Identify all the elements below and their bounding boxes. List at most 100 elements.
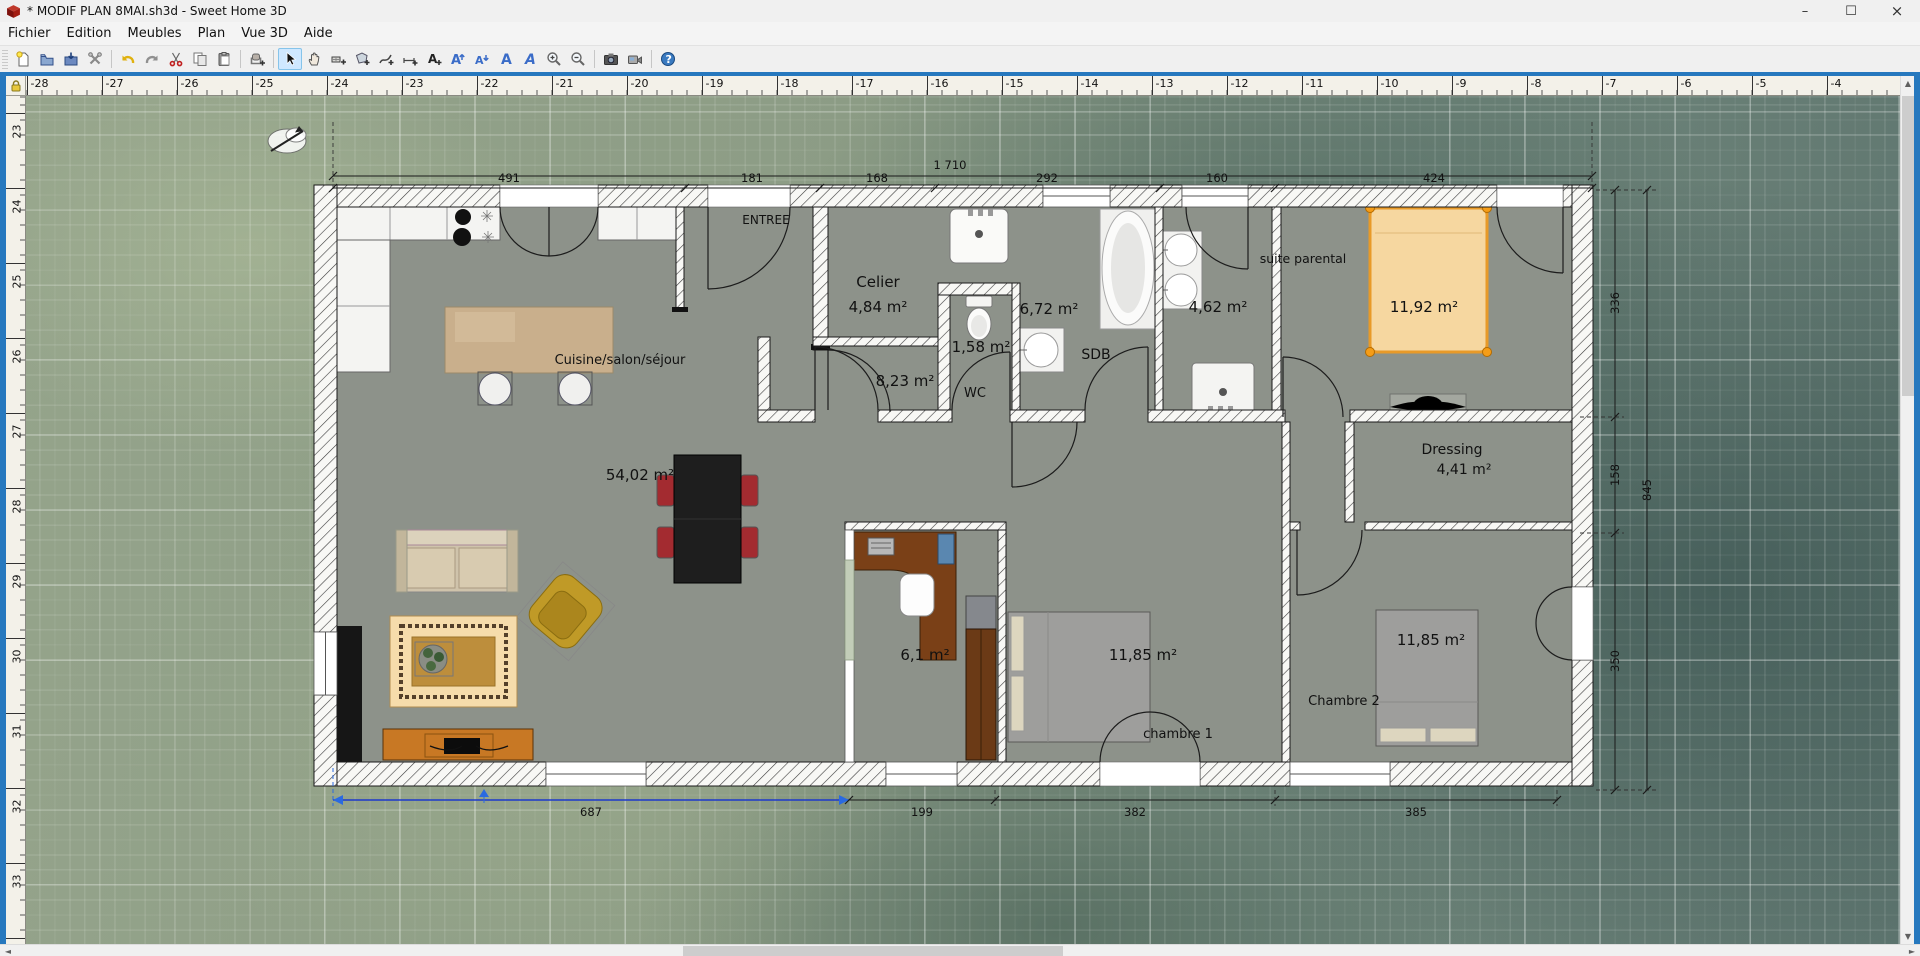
bookcase-black[interactable]: [337, 626, 362, 762]
horizontal-scrollbar-thumb[interactable]: [683, 946, 1063, 956]
new-file-icon[interactable]: [11, 48, 35, 70]
ruler-left-label: 33: [10, 874, 24, 888]
ruler-top-label: -16: [930, 77, 949, 90]
ruler-top-label: -12: [1230, 77, 1249, 90]
ruler-left-label: 26: [10, 349, 24, 363]
area-sdb: 6,72 m²: [1020, 300, 1079, 318]
ruler-tick: [6, 262, 25, 264]
menu-item-fichier[interactable]: Fichier: [0, 23, 59, 44]
ruler-tick: [1451, 76, 1453, 95]
sdb-sink-square[interactable]: [949, 208, 1009, 264]
text-italic-icon[interactable]: A: [518, 48, 542, 70]
app-icon: [6, 4, 21, 19]
svg-text:A: A: [428, 52, 438, 66]
zoom-out-icon[interactable]: [566, 48, 590, 70]
ruler-tick: [6, 112, 25, 114]
plan-focus-border-right: [1914, 76, 1920, 944]
ruler-left-label: 30: [10, 649, 24, 663]
menu-item-edition[interactable]: Edition: [59, 23, 120, 44]
ruler-tick: [1601, 76, 1603, 95]
toolbar-separator: [273, 50, 274, 68]
create-walls-icon[interactable]: [326, 48, 350, 70]
tv-stand[interactable]: [382, 728, 534, 761]
zoom-in-icon[interactable]: [542, 48, 566, 70]
ruler-corner-lock-icon[interactable]: [6, 76, 26, 96]
vertical-scrollbar-thumb[interactable]: [1902, 96, 1914, 396]
minimize-icon[interactable]: –: [1782, 0, 1828, 22]
ruler-top-label: -22: [480, 77, 499, 90]
dimension-bottom-segments[interactable]: 199 382 385: [844, 790, 1562, 819]
ruler-tick: [776, 76, 778, 95]
toolbar-grip[interactable]: [2, 49, 8, 69]
help-icon[interactable]: ?: [656, 48, 680, 70]
bed-chambre1[interactable]: [1007, 611, 1151, 743]
create-texts-icon[interactable]: A: [422, 48, 446, 70]
ruler-top-label: -6: [1680, 77, 1692, 90]
scroll-down-icon: ▼: [1904, 932, 1912, 941]
ruler-tick: [6, 937, 25, 939]
dim-424: 424: [1423, 171, 1445, 185]
cabinet-gray[interactable]: [965, 595, 997, 630]
maximize-icon[interactable]: ☐: [1828, 0, 1874, 22]
menu-item-vue-3d[interactable]: Vue 3D: [233, 23, 296, 44]
desk-chair[interactable]: [899, 573, 935, 617]
label-chambre2: Chambre 2: [1308, 694, 1380, 709]
ruler-top-label: -25: [255, 77, 274, 90]
floor-plan: ENTREE Celier 4,84 m² 1,58 m² WC 6,72 m²…: [267, 122, 1656, 819]
open-icon[interactable]: [35, 48, 59, 70]
vertical-scrollbar[interactable]: ▲ ▼: [1900, 76, 1914, 944]
plan-canvas[interactable]: ENTREE Celier 4,84 m² 1,58 m² WC 6,72 m²…: [26, 96, 1900, 944]
compass-icon[interactable]: [267, 126, 307, 154]
dim-350: 350: [1608, 650, 1622, 672]
sofa[interactable]: [395, 529, 519, 593]
redo-icon[interactable]: [140, 48, 164, 70]
bathtub[interactable]: [1099, 208, 1158, 330]
undo-icon[interactable]: [116, 48, 140, 70]
text-bold-icon[interactable]: A: [494, 48, 518, 70]
area-living: 54,02 m²: [606, 466, 674, 484]
text-decrease-icon[interactable]: A: [470, 48, 494, 70]
menu-item-aide[interactable]: Aide: [296, 23, 341, 44]
shower[interactable]: [1191, 362, 1255, 416]
toilet[interactable]: [965, 295, 993, 341]
preferences-icon[interactable]: [83, 48, 107, 70]
photo-icon[interactable]: [599, 48, 623, 70]
create-dimensions-icon[interactable]: [398, 48, 422, 70]
text-increase-icon[interactable]: A: [446, 48, 470, 70]
ruler-top-label: -13: [1155, 77, 1174, 90]
menu-item-meubles[interactable]: Meubles: [119, 23, 189, 44]
cut-icon[interactable]: [164, 48, 188, 70]
rug[interactable]: [389, 615, 518, 708]
close-icon[interactable]: ×: [1874, 0, 1920, 22]
create-polylines-icon[interactable]: [374, 48, 398, 70]
save-icon[interactable]: [59, 48, 83, 70]
add-furniture-icon[interactable]: [245, 48, 269, 70]
toolbar-separator: [111, 50, 112, 68]
ruler-tick: [6, 787, 25, 789]
ruler-top-label: -14: [1080, 77, 1099, 90]
sdb-round-sink[interactable]: [1017, 327, 1065, 373]
dim-168: 168: [866, 171, 888, 185]
ruler-tick: [101, 76, 103, 95]
video-icon[interactable]: [623, 48, 647, 70]
dim-491: 491: [498, 171, 520, 185]
toolbar-separator: [651, 50, 652, 68]
menu-item-plan[interactable]: Plan: [190, 23, 234, 44]
svg-text:A: A: [501, 52, 512, 67]
ruler-tick: [1376, 76, 1378, 95]
bed-suite-selected[interactable]: [1365, 203, 1492, 357]
wardrobe-brown[interactable]: [965, 628, 997, 761]
ruler-top-label: -8: [1530, 77, 1542, 90]
pan-icon[interactable]: [302, 48, 326, 70]
paste-icon[interactable]: [212, 48, 236, 70]
copy-icon[interactable]: [188, 48, 212, 70]
select-icon[interactable]: [278, 48, 302, 70]
ruler-tick: [26, 76, 28, 95]
toolbar: A A A A A?: [0, 46, 1920, 72]
create-rooms-icon[interactable]: [350, 48, 374, 70]
horizontal-scrollbar[interactable]: ◄ ►: [0, 944, 1920, 956]
dim-199: 199: [911, 805, 933, 819]
svg-text:A: A: [524, 52, 536, 67]
label-chambre1: chambre 1: [1143, 727, 1213, 742]
ruler-left-label: 25: [10, 274, 24, 288]
